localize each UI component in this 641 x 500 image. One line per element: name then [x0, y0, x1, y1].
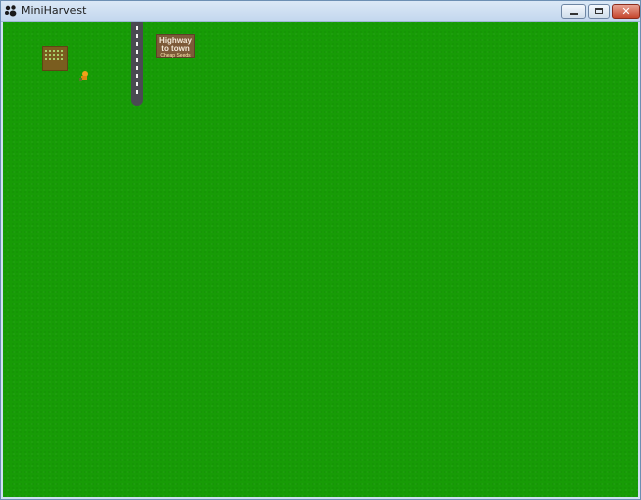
- maximize-button[interactable]: [588, 4, 610, 19]
- close-icon: ✕: [621, 5, 631, 18]
- road-center-line: [136, 22, 138, 98]
- minimize-icon: [570, 13, 578, 15]
- maximize-icon: [595, 8, 603, 14]
- close-button[interactable]: ✕: [612, 4, 640, 19]
- app-window: MiniHarvest ✕ Highway to town Cheap Seed…: [0, 0, 641, 500]
- title-bar[interactable]: MiniHarvest ✕: [1, 1, 640, 22]
- window-title: MiniHarvest: [21, 4, 87, 17]
- sign-line-2: to town: [161, 44, 190, 53]
- crop-field[interactable]: [42, 46, 68, 71]
- crop-row: [45, 50, 65, 52]
- paw-icon: [5, 5, 17, 17]
- game-field[interactable]: Highway to town Cheap Seeds: [3, 22, 638, 497]
- minimize-button[interactable]: [561, 4, 586, 19]
- crop-row: [45, 54, 65, 56]
- town-sign[interactable]: Highway to town Cheap Seeds: [156, 34, 195, 59]
- crop-row: [45, 58, 65, 60]
- farmer-sprite[interactable]: [78, 70, 90, 82]
- highway-road[interactable]: [131, 22, 143, 106]
- sign-line-3: Cheap Seeds: [160, 53, 191, 59]
